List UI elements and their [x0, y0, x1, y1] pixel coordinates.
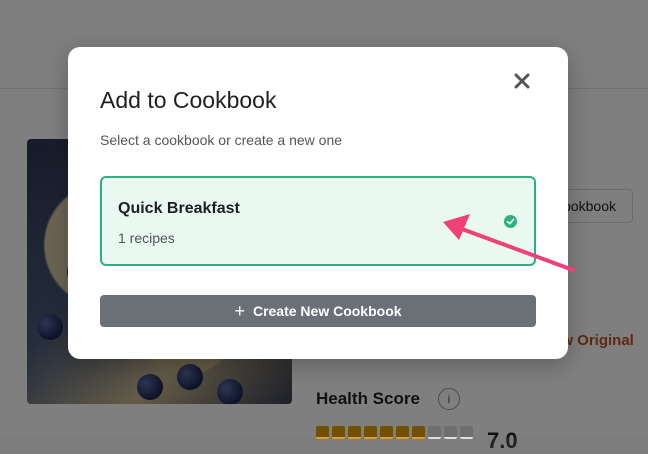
create-new-cookbook-label: Create New Cookbook: [252, 303, 402, 319]
modal-subtitle: Select a cookbook or create a new one: [100, 132, 343, 148]
check-circle-icon: [504, 215, 517, 228]
plus-icon: +: [234, 301, 245, 321]
cookbook-name: Quick Breakfast: [118, 200, 240, 217]
close-icon[interactable]: [512, 71, 532, 91]
modal-title: Add to Cookbook: [100, 87, 277, 113]
create-new-cookbook-button[interactable]: + Create New Cookbook: [100, 295, 536, 327]
add-to-cookbook-modal: Add to Cookbook Select a cookbook or cre…: [68, 47, 568, 359]
cookbook-option-quick-breakfast[interactable]: Quick Breakfast 1 recipes: [100, 176, 536, 266]
cookbook-recipe-count: 1 recipes: [118, 230, 175, 246]
